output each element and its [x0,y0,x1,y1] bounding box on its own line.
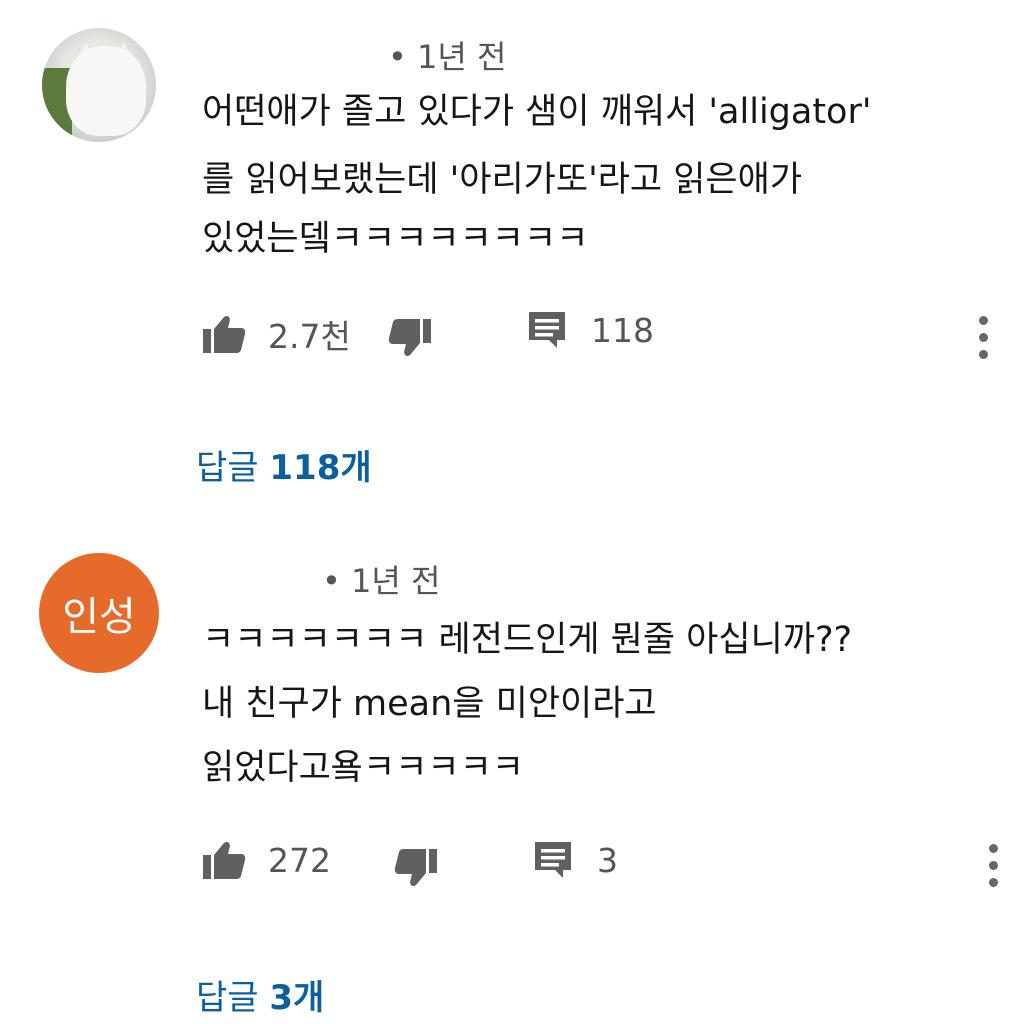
thumbs-down-icon [388,318,432,358]
reply-button[interactable]: 118 [527,310,654,350]
like-count: 272 [268,840,331,880]
comment-icon [527,310,567,350]
view-replies-link[interactable]: 답글 118개 [196,440,372,489]
thumbs-up-icon [202,314,246,354]
comment-text-line: 있었는뎈ㅋㅋㅋㅋㅋㅋㅋㅋ [202,219,589,259]
comment-timestamp: • 1년 전 [322,562,441,600]
user-avatar-cat[interactable] [42,28,156,142]
replies-count: 3개 [269,978,325,1018]
like-button[interactable]: 2.7천 [202,310,351,358]
comment-icon [533,840,573,880]
replies-count: 118개 [269,448,372,488]
comment-count: 3 [597,840,618,880]
comment-text-line: ㅋㅋㅋㅋㅋㅋㅋ 레전드인게 뭔줄 아십니까?? [202,620,853,660]
thumbs-down-icon [394,848,438,888]
replies-label: 답글 [196,448,270,488]
like-button[interactable]: 272 [202,840,331,880]
like-count: 2.7천 [268,317,351,356]
comment-text-line: 내 친구가 mean을 미안이라고 [202,684,657,724]
comment-text-line: 를 읽어보랬는데 '아리가또'라고 읽은애가 [202,160,803,200]
comment-timestamp: • 1년 전 [388,38,507,76]
comment-text-line: 읽었다고욬ㅋㅋㅋㅋㅋ [202,748,525,788]
cat-icon [66,46,146,136]
replies-label: 답글 [196,978,270,1018]
more-options-icon[interactable] [983,844,1003,895]
reply-button[interactable]: 3 [533,840,618,880]
comment-text-line: 어떤애가 졸고 있다가 샘이 깨워서 'alligator' [202,92,872,132]
user-avatar-initials[interactable]: 인성 [39,553,159,673]
comment-count: 118 [591,310,654,350]
more-options-icon[interactable] [973,316,993,367]
dislike-button[interactable] [394,848,438,888]
dislike-button[interactable] [388,318,432,358]
view-replies-link[interactable]: 답글 3개 [196,970,324,1019]
thumbs-up-icon [202,840,246,880]
